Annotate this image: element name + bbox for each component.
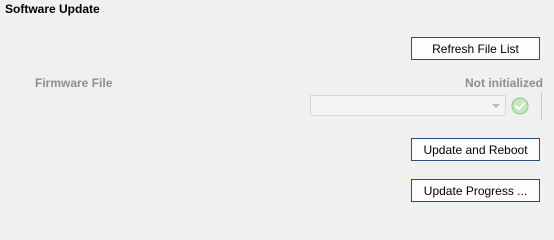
update-and-reboot-button[interactable]: Update and Reboot (411, 138, 540, 161)
section-title: Software Update (5, 2, 100, 16)
firmware-file-label: Firmware File (35, 76, 113, 90)
chevron-down-icon (492, 104, 500, 108)
refresh-file-list-button[interactable]: Refresh File List (411, 37, 540, 60)
firmware-file-select[interactable] (310, 95, 506, 116)
firmware-status-text: Not initialized (465, 76, 543, 90)
vertical-divider (541, 92, 542, 120)
check-circle-icon (511, 97, 529, 115)
update-progress-button[interactable]: Update Progress ... (411, 179, 540, 202)
